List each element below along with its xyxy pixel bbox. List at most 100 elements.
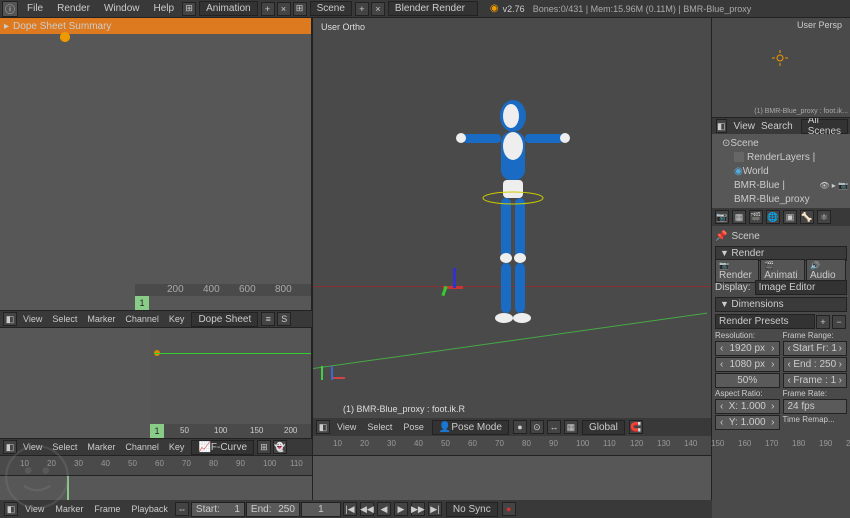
layout-browse-icon[interactable]: ⊞	[182, 2, 196, 16]
dope-summary-row[interactable]: ▸Dope Sheet Summary	[0, 18, 311, 34]
tab-bone[interactable]: 🦴	[800, 210, 814, 224]
sync-dropdown[interactable]: No Sync	[446, 502, 498, 517]
ghost-icon[interactable]: 👻	[273, 440, 287, 454]
menu-view[interactable]: View	[18, 314, 47, 324]
timeline-ruler-2[interactable]: 1020304050607080901001101201301401501601…	[313, 436, 711, 456]
layers-icon[interactable]: ▦	[564, 420, 578, 434]
engine-dropdown[interactable]: Blender Render	[388, 1, 478, 16]
editor-type-icon[interactable]: ◧	[3, 312, 17, 326]
outliner-world[interactable]: ◉ World	[714, 164, 848, 178]
mode-dropdown[interactable]: 👤 Pose Mode	[432, 420, 509, 435]
display-dropdown[interactable]: Image Editor	[755, 280, 847, 295]
menu-key[interactable]: Key	[164, 442, 190, 452]
res-y-field[interactable]: ‹1080 px›	[715, 357, 780, 372]
add-layout-icon[interactable]: +	[261, 2, 275, 16]
end-field[interactable]: End:250	[246, 502, 300, 517]
current-frame-badge[interactable]: 1	[135, 296, 149, 310]
menu-channel[interactable]: Channel	[120, 442, 164, 452]
autokey-icon[interactable]: ●	[502, 502, 516, 516]
fps-dropdown[interactable]: 24 fps	[783, 399, 848, 414]
menu-render[interactable]: Render	[50, 3, 97, 14]
3d-viewport[interactable]: User Ortho	[313, 18, 711, 418]
menu-view[interactable]: View	[20, 504, 49, 514]
add-preset-icon[interactable]: +	[816, 315, 830, 329]
blender-icon[interactable]: ⓘ	[2, 1, 18, 17]
menu-key[interactable]: Key	[164, 314, 190, 324]
tab-scene[interactable]: 🎬	[749, 210, 763, 224]
animation-button[interactable]: 🎬Animati	[760, 259, 805, 283]
dope-sheet-editor[interactable]: ▸Dope Sheet Summary 200 400 600 800 1	[0, 18, 312, 310]
menu-playback[interactable]: Playback	[126, 504, 173, 514]
menu-select[interactable]: Select	[47, 442, 82, 452]
menu-marker[interactable]: Marker	[50, 504, 88, 514]
del-preset-icon[interactable]: −	[832, 315, 846, 329]
play-icon[interactable]: ▶	[394, 502, 408, 516]
summary-toggle-icon[interactable]: ≡	[261, 312, 275, 326]
menu-marker[interactable]: Marker	[82, 314, 120, 324]
tab-object[interactable]: ▣	[783, 210, 797, 224]
menu-search[interactable]: Search	[761, 121, 793, 132]
snap-icon[interactable]: 🧲	[629, 420, 643, 434]
editor-type-icon[interactable]: ◧	[4, 502, 18, 516]
ghost-icon[interactable]: S	[277, 312, 291, 326]
tab-world[interactable]: 🌐	[766, 210, 780, 224]
del-layout-icon[interactable]: ×	[277, 2, 291, 16]
editor-type-icon[interactable]: ◧	[316, 420, 330, 434]
fcurve-mode-dropdown[interactable]: 📈 F-Curve	[191, 440, 254, 455]
add-scene-icon[interactable]: +	[355, 2, 369, 16]
aspect-y-field[interactable]: ‹Y: 1.000›	[715, 415, 780, 430]
outliner[interactable]: ⊙ Scene RenderLayers | ◉ World BMR-Blue …	[712, 134, 850, 208]
shading-icon[interactable]: ●	[513, 420, 527, 434]
end-frame-field[interactable]: ‹End : 250›	[783, 357, 848, 372]
scene-browse-icon[interactable]: ⊞	[293, 2, 307, 16]
range-icon[interactable]: ⇔	[175, 502, 189, 516]
aspect-x-field[interactable]: ‹X: 1.000›	[715, 399, 780, 414]
manip-toggle-icon[interactable]: ↔	[547, 420, 561, 434]
pivot-icon[interactable]: ⊙	[530, 420, 544, 434]
fcurve-editor[interactable]: 1 50 100 150 200	[0, 328, 312, 438]
current-frame-field[interactable]: 1	[301, 502, 341, 517]
prev-key-icon[interactable]: ◀◀	[360, 502, 374, 516]
play-rev-icon[interactable]: ◀	[377, 502, 391, 516]
camera-viewport[interactable]: User Persp (1) BMR-Blue_proxy : foot.ik.…	[712, 18, 850, 118]
tab-physics[interactable]: ⚛	[817, 210, 831, 224]
dope-mode-dropdown[interactable]: Dope Sheet	[191, 312, 258, 327]
frame-step-field[interactable]: ‹Frame : 1›	[783, 373, 848, 388]
start-field[interactable]: Start:1	[191, 502, 245, 517]
normalize-icon[interactable]: ⊞	[257, 440, 271, 454]
layout-dropdown[interactable]: Animation	[199, 1, 257, 16]
start-frame-field[interactable]: ‹Start Fr: 1›	[783, 341, 848, 356]
outliner-renderlayers[interactable]: RenderLayers |	[714, 150, 848, 164]
menu-help[interactable]: Help	[147, 3, 182, 14]
tab-layers[interactable]: ▦	[732, 210, 746, 224]
character-armature[interactable]	[453, 98, 573, 338]
timeline-ruler[interactable]: 1020304050607080901001101201301401501601…	[0, 456, 312, 476]
fcurve-ruler[interactable]: 1 50 100 150 200	[150, 424, 311, 438]
menu-file[interactable]: File	[20, 3, 50, 14]
menu-channel[interactable]: Channel	[120, 314, 164, 324]
scene-dropdown[interactable]: Scene	[310, 1, 352, 16]
menu-select[interactable]: Select	[47, 314, 82, 324]
del-scene-icon[interactable]: ×	[371, 2, 385, 16]
res-pct-field[interactable]: 50%	[715, 373, 780, 388]
dope-ruler[interactable]: 200 400 600 800	[135, 284, 311, 296]
menu-view[interactable]: View	[332, 422, 361, 432]
jump-start-icon[interactable]: |◀	[343, 502, 357, 516]
jump-end-icon[interactable]: ▶|	[428, 502, 442, 516]
menu-view[interactable]: View	[18, 442, 47, 452]
pin-icon[interactable]: 📌	[715, 231, 727, 242]
menu-window[interactable]: Window	[97, 3, 147, 14]
outliner-bmr-proxy[interactable]: BMR-Blue_proxy	[714, 192, 848, 206]
outliner-bmr-blue[interactable]: BMR-Blue |👁 ▸ 📷	[714, 178, 848, 192]
dimensions-section-header[interactable]: ▼ Dimensions	[715, 297, 847, 312]
menu-view[interactable]: View	[734, 121, 756, 132]
res-x-field[interactable]: ‹1920 px›	[715, 341, 780, 356]
audio-button[interactable]: 🔊 Audio	[806, 259, 846, 283]
fcurve-plot[interactable]	[150, 328, 311, 424]
render-presets-dropdown[interactable]: Render Presets	[715, 314, 815, 329]
outliner-scene[interactable]: ⊙ Scene	[714, 136, 848, 150]
next-key-icon[interactable]: ▶▶	[411, 502, 425, 516]
menu-pose[interactable]: Pose	[398, 422, 429, 432]
orientation-dropdown[interactable]: Global	[582, 420, 625, 435]
outliner-filter[interactable]: All Scenes	[801, 119, 848, 134]
